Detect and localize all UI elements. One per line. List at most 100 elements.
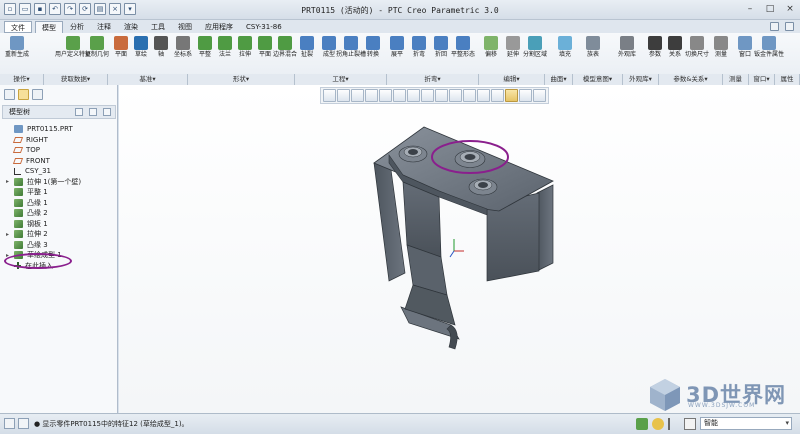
navigator-toggle-icon[interactable] — [4, 418, 15, 429]
graphics-window[interactable] — [119, 85, 800, 413]
ribbon-button-bend[interactable]: 折弯 — [408, 36, 430, 58]
zoom-in-icon[interactable] — [337, 89, 350, 102]
ribbon-minimize-icon[interactable] — [770, 22, 779, 31]
ribbon-button-bend-back[interactable]: 折回 — [430, 36, 452, 58]
tab-analysis[interactable]: 分析 — [64, 21, 90, 33]
close-icon[interactable]: × — [784, 3, 796, 15]
favorites-tab-icon[interactable] — [32, 89, 43, 100]
maximize-icon[interactable]: □ — [764, 3, 776, 15]
boss-feature[interactable] — [468, 178, 498, 196]
ribbon-button-udf[interactable]: 用户定义特征 — [55, 36, 91, 58]
spin-center-icon[interactable] — [505, 89, 518, 102]
group-surface[interactable]: 曲面▾ — [545, 74, 573, 85]
tab-model[interactable]: 模型 — [35, 21, 63, 33]
ribbon-button-sheetmetal-properties[interactable]: 钣金件属性 — [754, 36, 784, 58]
ribbon-button-appearance[interactable]: 外观库 — [616, 36, 638, 58]
ribbon-button-corner-relief[interactable]: 拐角止裂槽 — [336, 36, 366, 58]
expand-arrow-icon[interactable]: ▸ — [6, 231, 14, 238]
help-icon[interactable] — [785, 22, 794, 31]
ribbon-button-flat-pattern[interactable]: 平整形态 — [451, 36, 475, 58]
ribbon-button-convert[interactable]: 转换 — [362, 36, 384, 58]
sheetmetal-bracket-model[interactable] — [373, 126, 554, 350]
tree-item[interactable]: 凸缘 3 — [6, 240, 116, 251]
ribbon-button-copy-geometry[interactable]: 复制几何 — [85, 36, 109, 58]
tab-tools[interactable]: 工具 — [145, 21, 171, 33]
tree-item[interactable]: PRT0115.PRT — [6, 124, 116, 135]
tab-file[interactable]: 文件 — [4, 21, 32, 33]
tree-item[interactable]: 凸缘 2 — [6, 208, 116, 219]
tab-applications[interactable]: 应用程序 — [199, 21, 239, 33]
tree-item[interactable]: ▸ 拉伸 1(第一个壁) — [6, 177, 116, 188]
saved-orientations-icon[interactable] — [393, 89, 406, 102]
ribbon-button-csys[interactable]: 坐标系 — [172, 36, 194, 58]
tree-item[interactable]: ▸ 拉伸 2 — [6, 229, 116, 240]
tree-filters-icon[interactable] — [75, 108, 83, 116]
tree-item[interactable]: CSY_31 — [6, 166, 116, 177]
tree-item[interactable]: 平整 1 — [6, 187, 116, 198]
ribbon-button-relations[interactable]: 关系 — [664, 36, 686, 58]
ribbon-button-sketch[interactable]: 草绘 — [130, 36, 152, 58]
ribbon-button-measure[interactable]: 测量 — [710, 36, 732, 58]
show-icon[interactable] — [103, 108, 111, 116]
model-tree-tab-icon[interactable] — [4, 89, 15, 100]
group-datum[interactable]: 基准▾ — [108, 74, 188, 85]
annotation-display-icon[interactable] — [519, 89, 532, 102]
tree-item[interactable]: TOP — [6, 145, 116, 156]
selection-icon[interactable] — [684, 417, 696, 430]
group-properties[interactable]: 属性 — [775, 74, 800, 85]
group-appearance[interactable]: 外观库▾ — [623, 74, 659, 85]
ribbon-button-family-table[interactable]: 族表 — [582, 36, 604, 58]
group-edit[interactable]: 编辑▾ — [479, 74, 545, 85]
tab-annotate[interactable]: 注释 — [91, 21, 117, 33]
tree-item[interactable]: FRONT — [6, 156, 116, 167]
ribbon-button-offset[interactable]: 偏移 — [480, 36, 502, 58]
ribbon-button-fill[interactable]: 填充 — [554, 36, 576, 58]
minimize-icon[interactable]: – — [744, 3, 756, 15]
tab-render[interactable]: 渲染 — [118, 21, 144, 33]
find-icon[interactable] — [652, 417, 664, 430]
ribbon-button-plane[interactable]: 平面 — [110, 36, 132, 58]
ribbon-button-flange[interactable]: 法兰 — [214, 36, 236, 58]
plane-display-icon[interactable] — [449, 89, 462, 102]
browser-toggle-icon[interactable] — [18, 418, 29, 429]
tree-item[interactable]: RIGHT — [6, 135, 116, 146]
tree-item[interactable]: 钢板 1 — [6, 219, 116, 230]
group-window[interactable]: 窗口▾ — [749, 74, 775, 85]
ribbon-button-extend[interactable]: 延伸 — [502, 36, 524, 58]
group-measure[interactable]: 测量 — [723, 74, 749, 85]
ribbon-button-extrude[interactable]: 拉伸 — [234, 36, 256, 58]
group-params-relations[interactable]: 参数&关系▾ — [659, 74, 723, 85]
perspective-icon[interactable] — [421, 89, 434, 102]
ribbon-button-window[interactable]: 窗口 — [734, 36, 756, 58]
view-manager-icon[interactable] — [407, 89, 420, 102]
boss-feature[interactable] — [398, 145, 428, 163]
ribbon-button-parameters[interactable]: 参数 — [644, 36, 666, 58]
folder-browser-tab-icon[interactable] — [18, 89, 29, 100]
ribbon-button-split-area[interactable]: 分割区域 — [523, 36, 547, 58]
group-get-data[interactable]: 获取数据▾ — [44, 74, 108, 85]
tree-item[interactable]: 凸缘 1 — [6, 198, 116, 209]
selection-filter[interactable]: 智能 — [700, 417, 792, 430]
repaint-icon[interactable] — [365, 89, 378, 102]
animation-icon[interactable] — [533, 89, 546, 102]
group-engineering[interactable]: 工程▾ — [295, 74, 387, 85]
boss-feature-selected[interactable] — [454, 150, 486, 168]
group-shape[interactable]: 形状▾ — [188, 74, 295, 85]
datum-display-icon[interactable] — [435, 89, 448, 102]
group-operations[interactable]: 操作▾ — [0, 74, 44, 85]
display-style-icon[interactable] — [379, 89, 392, 102]
tab-csy[interactable]: CSY-31-86 — [240, 21, 288, 33]
refit-icon[interactable] — [323, 89, 336, 102]
ribbon-button-boundary-blend[interactable]: 边界混合 — [273, 36, 297, 58]
tab-view[interactable]: 视图 — [172, 21, 198, 33]
ribbon-button-regenerate[interactable]: 重新生成 — [5, 36, 29, 58]
csys-display-icon[interactable] — [491, 89, 504, 102]
ribbon-button-rip[interactable]: 扯裂 — [296, 36, 318, 58]
ribbon-button-switch-dimensions[interactable]: 切换尺寸 — [685, 36, 709, 58]
flag-icon[interactable] — [668, 417, 680, 430]
tree-settings-icon[interactable] — [89, 108, 97, 116]
group-bend[interactable]: 折弯▾ — [387, 74, 479, 85]
regen-status-icon[interactable] — [636, 417, 648, 430]
ribbon-button-axis[interactable]: 轴 — [150, 36, 172, 58]
group-model-intent[interactable]: 模型意图▾ — [573, 74, 623, 85]
